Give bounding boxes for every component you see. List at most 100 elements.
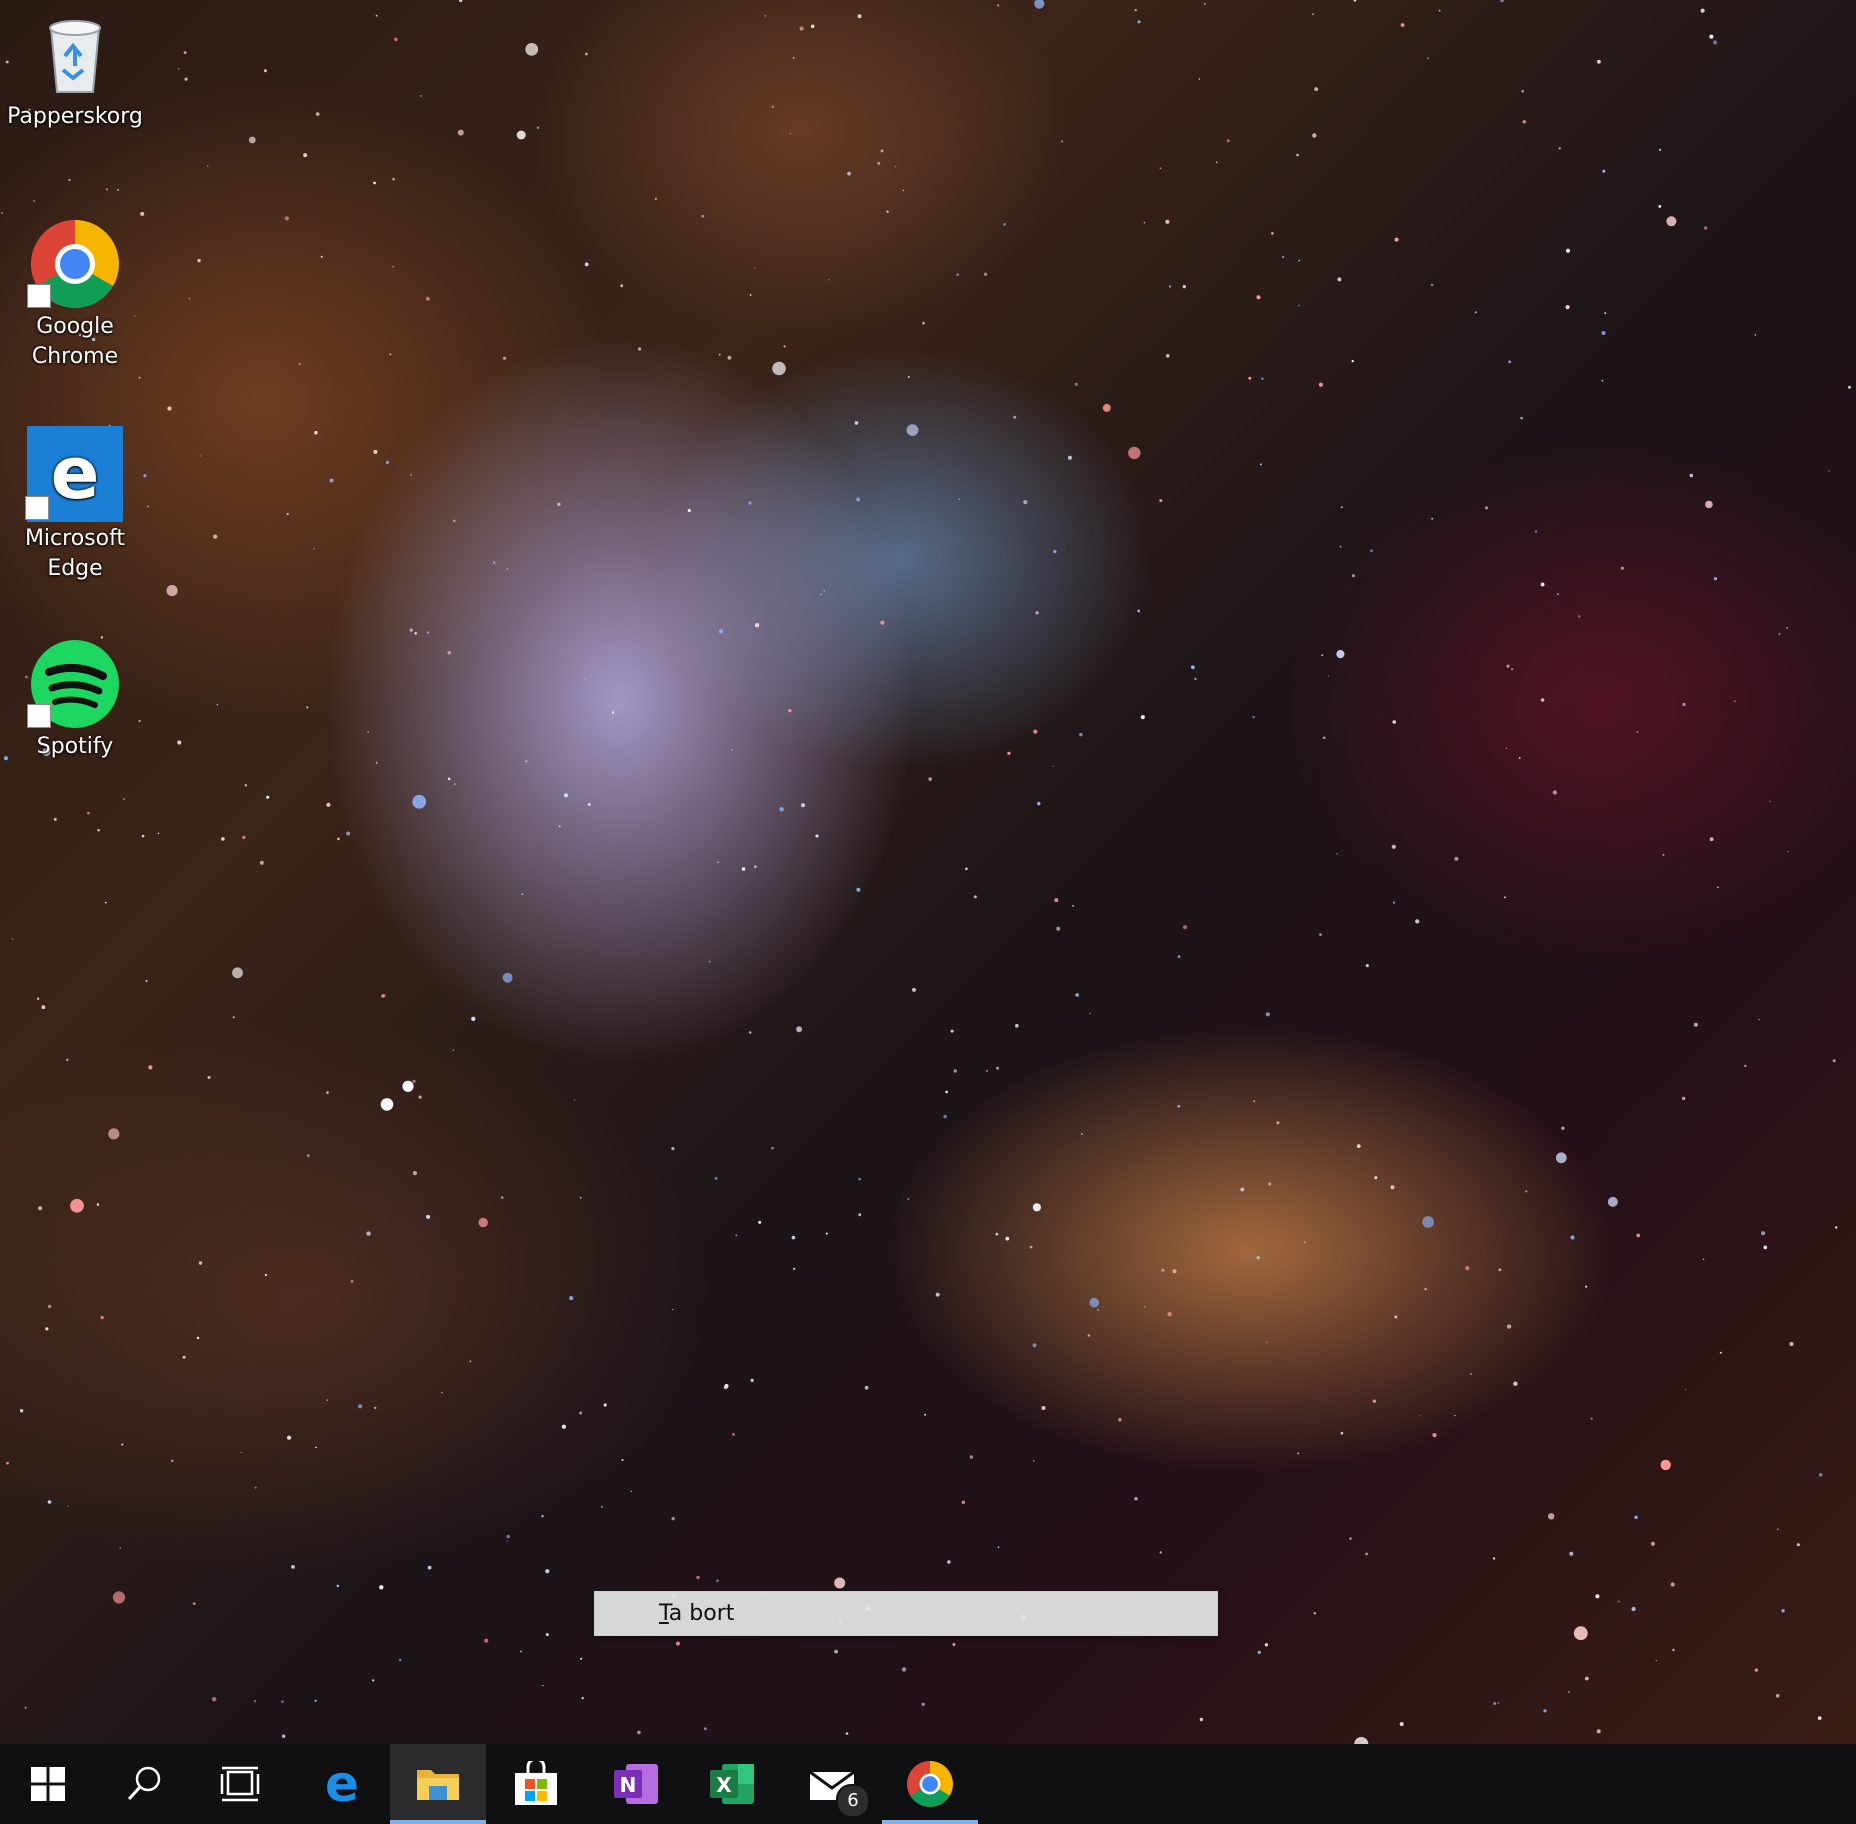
star: [167, 406, 172, 411]
star: [1506, 1324, 1512, 1329]
star: [1761, 1231, 1766, 1236]
star: [382, 993, 386, 998]
taskbar-excel-button[interactable]: X: [684, 1744, 780, 1824]
star: [1832, 1059, 1836, 1063]
star: [1590, 1417, 1593, 1420]
star: [1702, 1258, 1705, 1261]
desktop-icon-google-chrome[interactable]: Google Chrome: [0, 218, 150, 372]
star: [771, 105, 774, 108]
star: [367, 731, 369, 733]
star: [748, 1031, 752, 1034]
star: [1349, 1537, 1352, 1540]
star: [410, 473, 412, 476]
star: [1470, 1373, 1472, 1376]
star: [1636, 731, 1639, 733]
star: [793, 1267, 796, 1270]
star: [453, 519, 456, 523]
star: [1521, 89, 1524, 93]
star: [1689, 473, 1694, 478]
star: [1427, 57, 1429, 60]
star: [1032, 1203, 1041, 1212]
star: [291, 1565, 295, 1569]
star: [469, 1360, 472, 1363]
star: [525, 760, 528, 763]
star: [1023, 500, 1028, 505]
star: [314, 1699, 317, 1703]
star: [521, 893, 524, 896]
star: [506, 1540, 508, 1542]
star: [541, 1515, 544, 1518]
star: [1595, 1594, 1600, 1599]
taskbar-chrome-button[interactable]: [882, 1744, 978, 1824]
star: [714, 1176, 718, 1180]
star: [1497, 1702, 1500, 1704]
star: [198, 1261, 203, 1265]
star: [418, 1095, 422, 1099]
star: [337, 837, 340, 841]
desktop-icon-spotify[interactable]: Spotify: [0, 638, 150, 762]
star: [412, 794, 427, 809]
star: [741, 867, 746, 871]
star: [1298, 304, 1300, 307]
star: [67, 1505, 69, 1507]
taskbar-file-explorer-button[interactable]: [390, 1744, 486, 1824]
star: [1034, 0, 1045, 9]
accelerator-key: T: [659, 1601, 669, 1626]
taskbar-edge-button[interactable]: e: [294, 1744, 390, 1824]
star: [1339, 545, 1342, 548]
desktop-icon-recycle-bin[interactable]: Papperskorg: [0, 8, 150, 132]
star: [834, 1649, 838, 1654]
star: [1134, 9, 1137, 12]
star: [286, 513, 289, 516]
star: [148, 1065, 153, 1070]
star: [112, 1591, 126, 1604]
star: [1828, 470, 1830, 472]
star: [1177, 1104, 1181, 1108]
task-view-button[interactable]: [192, 1744, 288, 1824]
edge-icon: e: [325, 1760, 359, 1808]
star: [1573, 1626, 1588, 1641]
star: [1578, 615, 1581, 618]
star: [24, 1706, 27, 1709]
star: [956, 273, 959, 277]
star: [907, 376, 910, 378]
star: [1298, 259, 1301, 262]
desktop-icon-microsoft-edge[interactable]: e Microsoft Edge: [0, 426, 150, 584]
star: [1097, 1309, 1099, 1311]
search-button[interactable]: [96, 1744, 192, 1824]
star: [427, 1565, 432, 1570]
star: [1454, 1414, 1456, 1417]
star: [1072, 905, 1074, 907]
star: [1137, 609, 1141, 613]
star: [886, 210, 889, 213]
star: [621, 1458, 624, 1462]
star: [834, 1577, 846, 1589]
star: [969, 1455, 974, 1459]
star: [1557, 593, 1559, 596]
taskbar-store-button[interactable]: [488, 1744, 584, 1824]
star: [306, 706, 309, 709]
star: [727, 355, 732, 360]
context-menu-item-ta-bort[interactable]: Ta bort: [595, 1592, 1217, 1635]
star: [545, 1569, 550, 1574]
star: [1617, 1600, 1620, 1603]
star: [584, 262, 589, 267]
star: [1561, 1126, 1565, 1130]
star: [412, 1079, 416, 1083]
star: [1248, 376, 1252, 380]
star: [177, 740, 182, 745]
star: [502, 356, 507, 360]
star: [1430, 283, 1434, 287]
excel-icon: X: [710, 1764, 754, 1804]
star: [298, 363, 301, 365]
star: [922, 321, 925, 325]
start-button[interactable]: [0, 1744, 96, 1824]
star: [240, 1451, 242, 1453]
star: [791, 1235, 796, 1240]
star: [828, 279, 830, 281]
shortcut-arrow-icon: [27, 284, 51, 308]
star: [68, 178, 71, 182]
star: [138, 376, 141, 379]
taskbar-onenote-button[interactable]: N: [588, 1744, 684, 1824]
taskbar-mail-button[interactable]: 6: [784, 1744, 880, 1824]
